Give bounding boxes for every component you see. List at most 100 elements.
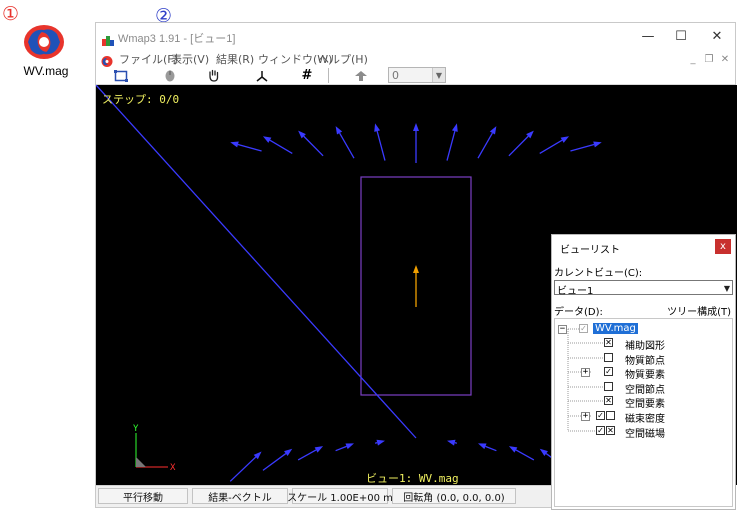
field-vector-arrow — [515, 449, 535, 461]
field-vector-arrow — [570, 143, 595, 152]
axis-origin-marker — [136, 457, 146, 467]
field-vector-arrow-head — [508, 446, 518, 453]
field-vector-arrow — [477, 132, 493, 159]
maximize-button[interactable]: ☐ — [664, 26, 698, 46]
tree-checkbox[interactable]: ✓ — [579, 324, 588, 333]
field-vector-arrow — [269, 139, 293, 154]
tree-checkbox-secondary[interactable] — [606, 411, 615, 420]
child-close-button[interactable]: ✕ — [718, 53, 732, 65]
tree-item-label: 空間要素 — [625, 399, 665, 410]
tree-checkbox-secondary[interactable]: ✕ — [606, 426, 615, 435]
status-mode: 平行移動 — [98, 488, 188, 504]
window-title: Wmap3 1.91 - [ビュー1] — [118, 33, 236, 45]
collapse-toggle[interactable]: − — [558, 325, 567, 334]
expand-toggle[interactable]: + — [581, 368, 590, 377]
current-view-select[interactable]: ビュー1 ▼ — [554, 280, 733, 297]
annotation-marker-1: ① — [2, 3, 20, 25]
tree-checkbox[interactable]: ✓ — [604, 367, 613, 376]
grid-hash-icon[interactable]: # — [296, 67, 318, 84]
chevron-down-icon[interactable]: ▼ — [432, 68, 445, 82]
field-vector-arrow — [229, 456, 257, 482]
field-vector-arrow-head — [262, 136, 272, 143]
view-list-panel: ビューリスト x カレントビュー(C): ビュー1 ▼ データ(D): ツリー構… — [551, 234, 736, 510]
toolbar: # 0 ▼ — [96, 66, 735, 85]
panel-close-button[interactable]: x — [715, 239, 731, 254]
menu-view[interactable]: 表示(V) — [171, 51, 209, 67]
tree-item[interactable]: ✕ 空間要素 — [555, 394, 730, 410]
field-vector-arrow — [539, 139, 563, 154]
axes-icon[interactable] — [251, 67, 273, 84]
field-vector-arrow-head — [335, 126, 343, 135]
field-vector-arrow-head — [284, 448, 293, 456]
fit-view-icon[interactable] — [110, 67, 132, 84]
axis-x-label: X — [170, 463, 176, 473]
field-vector-arrow — [454, 442, 458, 444]
tree-checkbox[interactable]: ✕ — [604, 338, 613, 347]
tree-item-label: 補助図形 — [625, 341, 665, 352]
field-vector-arrow-head — [376, 439, 385, 446]
child-restore-button[interactable]: ❐ — [702, 53, 716, 65]
pan-hand-icon[interactable] — [203, 67, 225, 84]
field-vector-arrow-head — [314, 446, 324, 453]
field-vector-arrow — [376, 130, 386, 161]
tree-checkbox[interactable]: ✓ — [596, 426, 605, 435]
close-button[interactable]: ✕ — [700, 26, 734, 46]
tree-item-label: 物質要素 — [625, 370, 665, 381]
app-logo-icon — [102, 31, 114, 50]
step-select[interactable]: 0 ▼ — [388, 67, 446, 83]
view-caption: ビュー1: WV.mag — [366, 472, 459, 485]
tree-item[interactable]: + ✓ 物質要素 — [555, 365, 730, 381]
vector-icon[interactable] — [350, 67, 372, 84]
tree-item-label: 空間磁場 — [625, 429, 665, 440]
tree-config-button[interactable]: ツリー構成(T) — [667, 303, 731, 318]
field-vector-arrow — [339, 132, 355, 159]
step-select-value: 0 — [392, 69, 399, 82]
tree-item[interactable]: 空間節点 — [555, 380, 730, 396]
tree-checkbox[interactable] — [604, 382, 613, 391]
wv-mag-file-icon[interactable] — [22, 22, 66, 62]
field-vector-arrow-head — [451, 123, 458, 132]
current-view-label: カレントビュー(C): — [554, 268, 643, 279]
menu-help[interactable]: ヘルプ(H) — [318, 51, 368, 67]
field-vector-arrow — [297, 449, 317, 461]
chevron-down-icon[interactable]: ▼ — [724, 284, 730, 293]
tree-item[interactable]: ✕ 補助図形 — [555, 336, 730, 352]
field-vector-arrow — [374, 442, 378, 444]
tree-item-label: 磁束密度 — [625, 414, 665, 425]
field-vector-arrow-head — [230, 141, 239, 148]
field-vector-arrow — [262, 453, 287, 471]
field-vector-arrow — [237, 143, 262, 152]
data-label: データ(D): — [554, 307, 603, 318]
expand-toggle[interactable]: + — [581, 412, 590, 421]
rotate-mouse-icon[interactable] — [159, 67, 181, 84]
menu-bar: ファイル(F) 表示(V) 結果(R) ウィンドウ(W) ヘルプ(H) _ ❐ … — [96, 49, 735, 67]
minimize-button[interactable]: — — [631, 26, 665, 46]
tree-item[interactable]: + ✓ 磁束密度 — [555, 409, 730, 425]
current-view-value: ビュー1 — [557, 286, 594, 297]
desktop-icon-label: WV.mag — [23, 64, 69, 78]
panel-title: ビューリスト — [560, 245, 620, 256]
toolbar-separator — [328, 68, 329, 83]
tree-checkbox[interactable]: ✕ — [604, 396, 613, 405]
field-vector-arrow-head — [413, 123, 419, 131]
tree-item[interactable]: − ✓ WV.mag — [555, 322, 730, 336]
field-vector-arrow-head — [593, 141, 602, 148]
field-vector-arrow-head — [374, 123, 381, 132]
tree-checkbox[interactable] — [604, 353, 613, 362]
tree-item[interactable]: 物質節点 — [555, 351, 730, 367]
status-rotation: 回転角 (0.0, 0.0, 0.0) — [392, 488, 516, 504]
field-vector-arrow-head — [539, 448, 548, 456]
child-minimize-button[interactable]: _ — [686, 53, 700, 65]
field-vector-arrow — [508, 135, 529, 157]
field-vector-arrow-head — [489, 126, 497, 135]
step-indicator: ステップ: 0/0 — [102, 93, 180, 106]
field-vector-arrow-head — [447, 439, 456, 446]
tree-item[interactable]: ✓ ✕ 空間磁場 — [555, 424, 730, 440]
field-vector-arrow — [96, 85, 417, 439]
menu-file[interactable]: ファイル(F) — [119, 51, 178, 67]
tree-checkbox[interactable]: ✓ — [596, 411, 605, 420]
center-field-arrow-head — [413, 265, 419, 273]
title-bar[interactable]: Wmap3 1.91 - [ビュー1] — ☐ ✕ — [96, 23, 735, 49]
menu-result[interactable]: 結果(R) — [216, 51, 254, 67]
field-vector-arrow-head — [345, 443, 355, 450]
